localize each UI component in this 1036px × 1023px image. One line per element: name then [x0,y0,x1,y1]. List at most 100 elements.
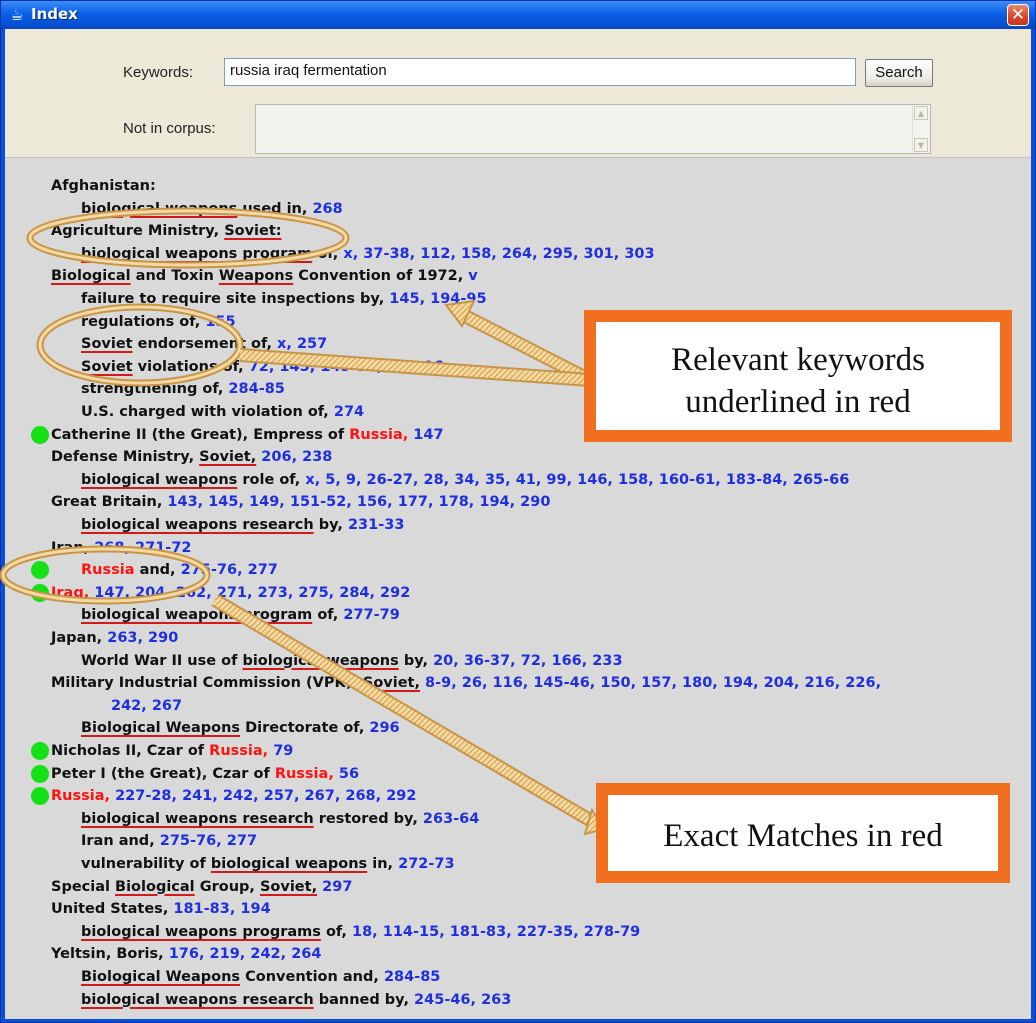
keywords-label: Keywords: [123,64,194,81]
page-numbers[interactable]: 268 [312,201,342,217]
entry-text: violations of, [132,358,249,375]
index-subentry: Soviet violations of, 72, 145, 149-50, 1… [81,357,444,377]
callout-relevant-keywords-line2: underlined in red [685,384,911,420]
page-numbers[interactable]: 231-33 [348,517,404,533]
page-numbers[interactable]: 227-28, 241, 242, 257, 267, 268, 292 [115,788,416,804]
keyword-underlined: biological weapons programs [81,923,321,940]
entry-text: endorsement of, [132,336,278,353]
page-numbers[interactable]: 272-73 [398,856,454,872]
entry-text: Convention and, [240,969,384,985]
page-numbers[interactable]: 245-46, 263 [414,992,511,1008]
page-numbers[interactable]: 277-79 [343,607,399,623]
page-numbers[interactable]: 72, 145, 149-50, 194-96 [249,359,444,375]
page-numbers[interactable]: 242, 267 [111,698,182,714]
entry-text: vulnerability of [81,856,211,872]
keyword-underlined: biological weapons [81,471,238,488]
page-numbers[interactable]: 143, 145, 149, 151-52, 156, 177, 178, 19… [167,494,550,510]
keyword-underlined: biological weapons program [81,607,313,624]
page-numbers[interactable]: 275-76, 277 [181,562,278,578]
page-numbers[interactable]: 274 [334,404,364,420]
keyword-underlined: biological weapons research [81,810,314,827]
page-numbers[interactable]: 263-64 [423,811,479,827]
entry-text: Yeltsin, Boris, [51,946,169,963]
page-numbers[interactable]: 147, 204, 262, 271, 273, 275, 284, 292 [94,585,410,601]
java-cup-icon: ☕ [10,6,24,24]
entry-text: used in, [237,200,313,217]
keywords-input[interactable]: russia iraq fermentation [224,58,856,86]
index-subentry: biological weapons program of, 277-79 [81,605,400,625]
exact-match-term: Russia, [349,426,414,443]
exact-match-term: Russia, [274,765,339,782]
index-entry: Yeltsin, Boris, 176, 219, 242, 264 [51,944,321,964]
exact-match-dot [31,561,49,580]
page-numbers[interactable]: x, 37-38, 112, 158, 264, 295, 301, 303 [343,246,654,262]
page-numbers[interactable]: 145, 194-95 [389,291,486,307]
page-numbers[interactable]: 275-76, 277 [160,833,257,849]
entry-text: United States, [51,901,174,918]
page-numbers[interactable]: 297 [317,879,352,895]
index-subentry: Biological Weapons Convention and, 284-8… [81,967,440,987]
title-bar[interactable]: ☕ Index ✕ [1,1,1035,29]
page-numbers[interactable]: 296 [369,720,399,736]
exact-match-dot [31,787,49,806]
page-numbers[interactable]: x, 5, 9, 26-27, 28, 34, 35, 41, 99, 146,… [305,472,849,488]
keyword-underlined: Soviet: [224,223,282,240]
entry-text: Convention of 1972, [293,268,469,285]
index-subentry: biological weapons role of, x, 5, 9, 26-… [81,470,849,490]
index-subentry: Iran and, 275-76, 277 [81,831,257,851]
page-numbers[interactable]: 20, 36-37, 72, 166, 233 [433,653,623,669]
index-entry: Military Industrial Commission (VPK), So… [51,673,881,693]
entry-text: World War II use of [81,652,243,669]
index-entry: Afghanistan: [51,176,156,196]
scroll-up-icon[interactable]: ▲ [914,106,928,120]
entry-text: Nicholas II, Czar of [51,743,210,759]
index-entry: Iran, 268, 271-72 [51,538,192,558]
page-numbers[interactable]: 284-85 [384,969,440,985]
page-numbers[interactable]: 8-9, 26, 116, 145-46, 150, 157, 180, 194… [420,675,881,691]
page-numbers[interactable]: x, 257 [277,336,327,352]
page-numbers[interactable]: 176, 219, 242, 264 [169,946,322,962]
exact-match-dot [31,764,49,783]
page-numbers[interactable]: 263, 290 [107,630,178,646]
index-subentry: biological weapons research banned by, 2… [81,990,511,1010]
page-numbers[interactable]: 284-85 [228,381,284,397]
search-button[interactable]: Search [865,59,933,87]
index-subentry: 242, 267 [111,696,182,716]
index-subentry: failure to require site inspections by, … [81,289,487,309]
keyword-underlined: biological weapons research [81,991,314,1008]
page-numbers[interactable]: 206, 238 [256,449,332,465]
page-numbers[interactable]: 18, 114-15, 181-83, 227-35, 278-79 [352,924,640,940]
keyword-underlined: Biological Weapons [81,720,241,737]
not-in-corpus-label: Not in corpus: [123,120,216,137]
page-numbers[interactable]: v [468,268,477,284]
callout-relevant-keywords: Relevant keywords underlined in red [584,310,1012,442]
page-numbers[interactable]: 79 [273,743,293,759]
keyword-underlined: Soviet, [259,878,318,895]
page-numbers[interactable]: 181-83, 194 [173,901,270,917]
entry-text: in, [367,856,399,872]
not-in-corpus-scrollbar[interactable]: ▲ ▼ [912,105,930,153]
entry-text: Catherine II (the Great), Empress of [51,426,350,443]
entry-text: and, [134,562,181,579]
keyword-underlined: biological weapons [242,652,399,669]
close-button[interactable]: ✕ [1007,4,1029,26]
keyword-underlined: Weapons [218,268,294,285]
entry-text: Special [51,878,116,895]
scroll-down-icon[interactable]: ▼ [914,138,928,152]
index-results-list: Afghanistan: biological weapons used in, … [5,157,1031,1019]
keyword-underlined: Biological Weapons [81,969,241,985]
page-numbers[interactable]: 268, 271-72 [94,540,191,556]
index-subentry: biological weapons programs of, 18, 114-… [81,922,640,942]
entry-text: Agriculture Ministry, [51,223,225,240]
page-numbers[interactable]: 155 [205,314,235,330]
entry-text: Iran, [51,539,95,556]
index-subentry: Russia and, 275-76, 277 [81,560,278,580]
index-subentry: biological weapons research by, 231-33 [81,515,404,535]
entry-text: Great Britain, [51,494,168,511]
page-numbers[interactable]: 147 [413,427,443,443]
entry-text: of, [320,923,352,940]
index-subentry: Soviet endorsement of, x, 257 [81,334,327,354]
exact-match-dot [31,583,49,602]
entry-text: of, [312,607,344,624]
page-numbers[interactable]: 56 [339,766,359,782]
